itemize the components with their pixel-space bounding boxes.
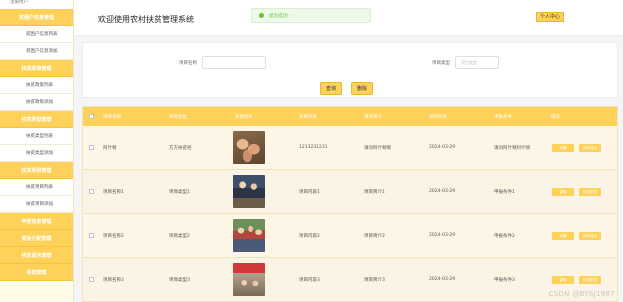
sidebar-item-policy-add[interactable]: 扶贫政策添加 [0,94,73,111]
success-toast: 提示成功! [251,8,371,23]
edit-button[interactable]: 修改信息 [579,231,601,240]
row-type: 项目类型2 [169,233,190,239]
sidebar: 注册用户 贫困户信息管理 贫困户信息列表 贫困户信息添加 扶贫政策管理 扶贫政策… [0,0,74,302]
row-intro: 项目简介2 [364,233,385,239]
row-type: 项目类型1 [169,189,190,195]
project-type-label: 项目类型 [432,61,450,66]
header-type: 项目类型 [169,114,187,120]
row-content: 项目内容3 [299,277,320,283]
select-all-checkbox[interactable] [89,114,94,119]
table-row: 项目名称3 项目类型3 项目内容3 项目简介3 2024-03-29 申报条件3… [83,258,617,301]
row-name: 项目名称3 [103,277,124,283]
sidebar-group-type[interactable]: 扶贫类型管理 [0,111,73,128]
row-checkbox[interactable] [89,145,94,150]
row-content: 项目内容2 [299,233,320,239]
sidebar-item-project-list[interactable]: 扶贫项目列表 [0,179,73,196]
row-image-people [233,175,265,208]
main-content: 项目名称 项目类型 项目类型 查询 删除 项目名称 项目类型 项目图片 项目内容… [74,36,623,302]
row-intro: 项目简介3 [364,277,385,283]
project-name-input[interactable] [202,56,266,69]
row-condition: 申报条件3 [494,277,515,283]
search-panel: 项目名称 项目类型 项目类型 查询 删除 [82,42,618,98]
system-title: 欢迎使用农村扶贫管理系统 [98,15,194,24]
toast-message: 提示成功! [269,13,289,19]
row-type: 项目类型3 [169,277,190,283]
success-icon [259,13,264,18]
row-date: 2024-03-29 [429,145,456,150]
row-name: 项目名称2 [103,233,124,239]
table-row: 项目名称1 项目类型1 项目内容1 项目简介1 2024-03-29 申报条件1… [83,170,617,214]
detail-button[interactable]: 详情 [552,231,574,240]
edit-button[interactable]: 修改信息 [579,143,601,152]
delete-button[interactable]: 删除 [351,82,373,95]
project-type-input[interactable]: 项目类型 [455,56,499,69]
sidebar-item-poor-household-list[interactable]: 贫困户信息列表 [0,26,73,43]
sidebar-group-declaration[interactable]: 申报信息管理 [0,213,73,230]
sidebar-top-text[interactable]: 注册用户 [0,0,73,9]
row-intro: 请问阿什顿啊 [364,145,391,151]
sidebar-group-policy[interactable]: 扶贫政策管理 [0,60,73,77]
row-intro: 项目简介1 [364,189,385,195]
sidebar-group-poor-household[interactable]: 贫困户信息管理 [0,9,73,26]
header-content: 项目内容 [299,114,317,120]
sidebar-item-type-list[interactable]: 扶贫类型列表 [0,128,73,145]
table-header: 项目名称 项目类型 项目图片 项目内容 项目简介 发布时间 申报条件 操作 [83,107,617,126]
project-table: 项目名称 项目类型 项目图片 项目内容 项目简介 发布时间 申报条件 操作 阿什… [82,106,618,302]
sidebar-group-messages[interactable]: 扶贫留言管理 [0,247,73,264]
row-content: 1213231231 [299,145,328,150]
row-name: 项目名称1 [103,189,124,195]
detail-button[interactable]: 详情 [552,187,574,196]
row-condition: 申报条件1 [494,189,515,195]
row-date: 2024-03-29 [429,233,456,238]
row-image-pigs [233,131,265,164]
row-image-group [233,219,265,252]
detail-button[interactable]: 详情 [552,143,574,152]
sidebar-group-project[interactable]: 扶贫项目管理 [0,162,73,179]
header-date: 发布时间 [429,114,447,120]
sidebar-item-policy-list[interactable]: 扶贫政策列表 [0,77,73,94]
row-checkbox[interactable] [89,189,94,194]
row-condition: 请问阿什顿阿什顿 [494,145,530,151]
row-condition: 申报条件2 [494,233,515,239]
row-checkbox[interactable] [89,233,94,238]
header-intro: 项目简介 [364,114,382,120]
project-name-label: 项目名称 [179,61,197,66]
user-center-button[interactable]: 个人中心 [536,12,565,22]
header-name: 项目名称 [103,114,121,120]
row-checkbox[interactable] [89,277,94,282]
row-date: 2024-03-29 [429,277,456,282]
edit-button[interactable]: 修改信息 [579,275,601,284]
sidebar-group-funds[interactable]: 资金分配管理 [0,230,73,247]
header-actions: 操作 [551,114,560,120]
header-condition: 申报条件 [494,114,512,120]
row-date: 2024-03-29 [429,189,456,194]
table-row: 阿什顿 方方扶贫经 1213231231 请问阿什顿啊 2024-03-29 请… [83,126,617,170]
table-row: 项目名称2 项目类型2 项目内容2 项目简介2 2024-03-29 申报条件2… [83,214,617,258]
header-image: 项目图片 [235,114,253,120]
top-header: 欢迎使用农村扶贫管理系统 提示成功! 个人中心 [74,0,623,36]
row-name: 阿什顿 [103,145,117,151]
sidebar-item-poor-household-add[interactable]: 贫困户信息添加 [0,43,73,60]
edit-button[interactable]: 修改信息 [579,187,601,196]
sidebar-group-system[interactable]: 系统管理 [0,264,73,281]
row-content: 项目内容1 [299,189,320,195]
query-button[interactable]: 查询 [320,82,342,95]
detail-button[interactable]: 详情 [552,275,574,284]
row-image-banner [233,263,265,296]
row-type: 方方扶贫经 [169,145,192,151]
csdn-watermark: CSDN @BYSJ1987 [548,290,615,298]
sidebar-item-project-add[interactable]: 扶贫项目添加 [0,196,73,213]
sidebar-item-type-add[interactable]: 扶贫类型添加 [0,145,73,162]
